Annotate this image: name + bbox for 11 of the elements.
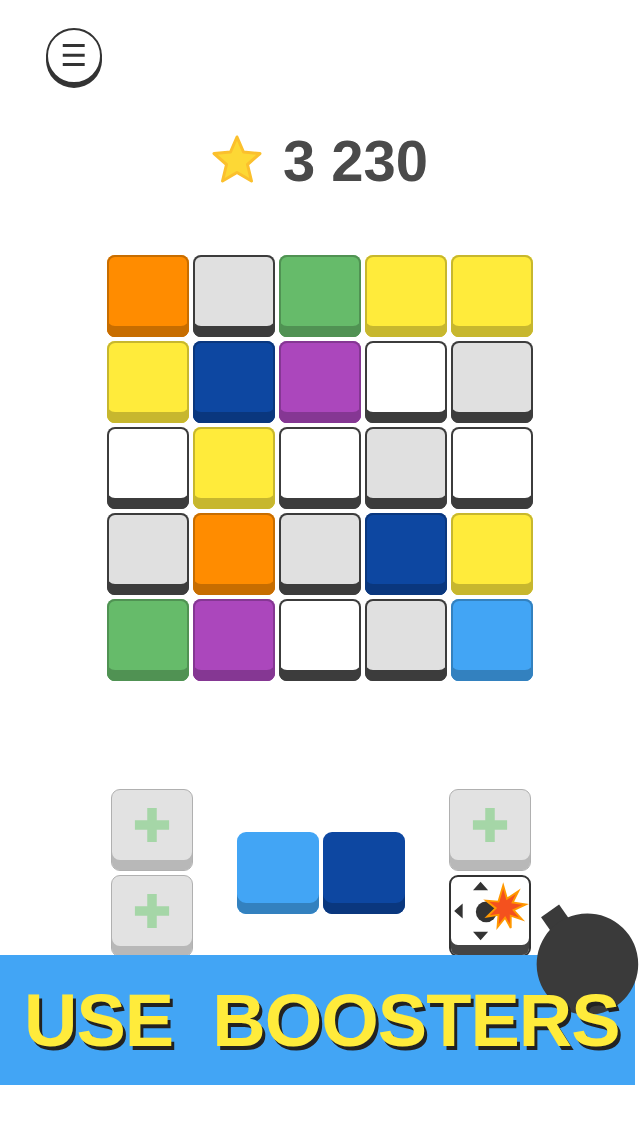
score-value: 3 230 [282,126,429,194]
plus-icon [132,892,171,930]
block-piece[interactable] [236,832,405,914]
banner-title: USE BOOSTERS [24,977,620,1063]
bomb-booster-button[interactable] [448,875,531,957]
plus-icon [470,806,509,844]
add-booster-button[interactable] [110,875,193,957]
menu-button[interactable]: ☰ [46,28,102,84]
star-icon [210,135,263,185]
plus-icon [132,806,171,844]
add-booster-button[interactable] [110,789,193,871]
